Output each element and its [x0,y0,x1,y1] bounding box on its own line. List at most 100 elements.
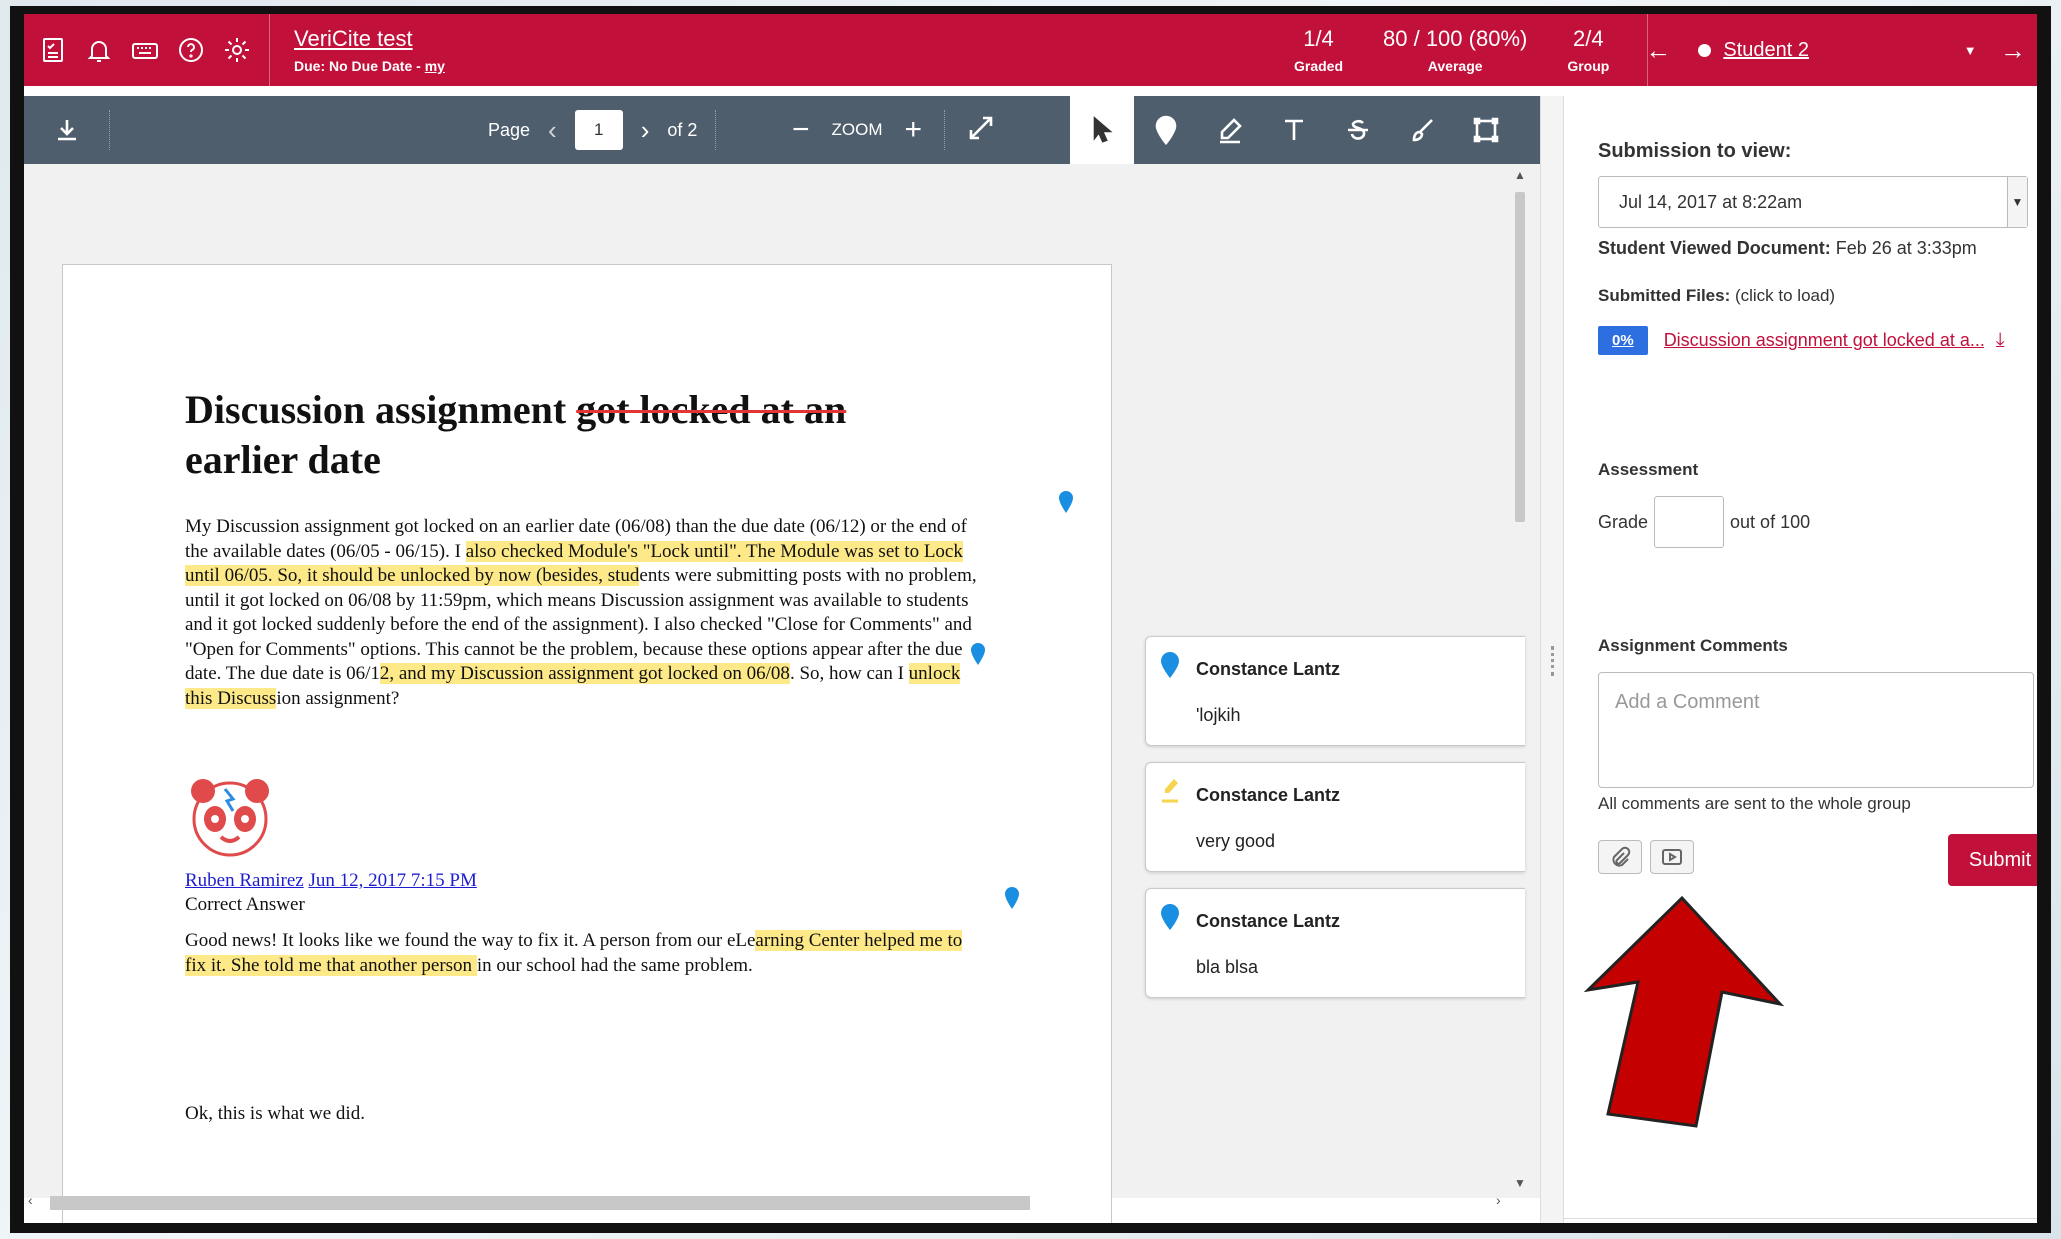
point-annotation-pin-icon[interactable] [970,642,986,666]
answer-paragraph: Good news! It looks like we found the wa… [185,929,965,978]
stat-average: 80 / 100 (80%) Average [1363,14,1547,86]
title-text: Discussion assignment [185,387,577,432]
chevron-down-icon: ▼ [1963,42,1977,58]
paragraph-text: Good news! It looks like we found the wa… [185,930,756,951]
annotation-comment-card[interactable]: Constance Lantz 'lojkih [1145,636,1525,746]
toolbar-divider [944,110,946,150]
callout-arrow-icon [1584,895,1785,1128]
comment-textarea[interactable]: Add a Comment [1598,672,2034,788]
submitted-file-row: 0% Discussion assignment got locked at a… [1598,326,2037,355]
bell-icon[interactable] [84,35,114,65]
page-navigation: Page ‹ 1 › of 2 [488,96,717,164]
help-icon[interactable] [176,35,206,65]
due-date: Due: No Due Date - my [294,58,445,74]
vertical-scrollbar[interactable]: ▲ ▼ [1512,168,1528,1204]
highlight-tool-button[interactable] [1198,96,1262,164]
post-author: Ruben Ramirez Jun 12, 2017 7:15 PM Corre… [185,869,477,917]
avatar [191,779,269,857]
app-frame: VeriCite test Due: No Due Date - my 1/4 … [10,6,2051,1233]
scrollbar-thumb[interactable] [1515,192,1525,522]
annotation-tools [1070,96,1518,164]
panel-resize-handle[interactable] [1540,96,1564,1223]
correct-answer-label: Correct Answer [185,894,305,915]
title-text: earlier date [185,437,381,482]
stat-graded: 1/4 Graded [1274,14,1363,86]
submitted-files: Submitted Files: (click to load) [1598,286,1835,306]
paperclip-icon [1612,846,1631,867]
strikeout-tool-button[interactable] [1326,96,1390,164]
highlighter-icon [1220,118,1242,144]
student-status-dot [1698,43,1712,57]
grade-out-of: out of 100 [1730,511,1811,532]
zoom-out-button[interactable]: − [792,113,810,147]
download-icon[interactable]: ⤓ [1996,329,2005,352]
gradebook-icon[interactable] [38,35,68,65]
point-comment-tool-button[interactable] [1134,96,1198,164]
scroll-up-icon[interactable]: ▲ [1512,168,1528,182]
submission-to-view-label: Submission to view: [1598,140,1792,162]
due-date-link[interactable]: my [425,58,445,74]
post-date-link[interactable]: Jun 12, 2017 7:15 PM [308,870,476,891]
zoom-label: ZOOM [831,120,883,139]
comment-author: Constance Lantz [1196,659,1341,679]
attach-file-button[interactable] [1598,840,1642,874]
select-tool-button[interactable] [1070,96,1134,164]
paragraph-text: in our school had the same problem. [476,954,753,976]
scroll-left-icon[interactable]: ‹ [28,1192,33,1208]
assignment-comments-label: Assignment Comments [1598,636,1788,655]
followup-paragraph: Ok, this is what we did. [185,1103,365,1124]
assignment-name-link[interactable]: VeriCite test [294,26,445,52]
text-tool-button[interactable] [1262,96,1326,164]
student-viewed-document: Student Viewed Document: Feb 26 at 3:33p… [1598,238,1977,259]
scroll-down-icon[interactable]: ▼ [1512,1176,1528,1190]
download-icon [57,120,76,141]
student-selector[interactable]: Student 2 ▼ [1698,39,1988,62]
pin-icon [1155,115,1177,145]
horizontal-scrollbar[interactable]: ‹ › [24,1192,1524,1210]
annotation-comment-card[interactable]: Constance Lantz very good [1145,762,1525,872]
point-annotation-pin-icon[interactable] [1058,490,1074,514]
document-viewer[interactable]: Discussion assignment got locked at an ea… [24,164,1540,1223]
highlight-annotation[interactable]: 2, and my Discussion assignment got lock… [379,663,790,684]
download-button[interactable] [24,110,110,150]
next-student-button[interactable]: → [1989,35,2037,66]
submit-comment-button[interactable]: Submit [1948,834,2037,886]
submitted-file-link[interactable]: Discussion assignment got locked at a... [1664,330,1984,351]
top-bar-icons [24,14,270,86]
chevron-down-icon: ▼ [2007,177,2027,227]
zoom-in-button[interactable]: + [905,113,923,147]
grade-row: Grade out of 100 [1598,496,1810,548]
grade-input[interactable] [1654,496,1725,548]
gear-icon[interactable] [222,35,252,65]
grade-label: Grade [1598,511,1649,532]
fullscreen-button[interactable] [967,114,995,147]
paragraph-text: . So, how can I [789,663,909,684]
stat-group: 2/4 Group [1547,14,1629,86]
submission-select[interactable]: Jul 14, 2017 at 8:22am ▼ [1598,176,2028,228]
student-name: Student 2 [1723,38,1809,61]
author-link[interactable]: Ruben Ramirez [185,870,304,891]
point-annotation-pin-icon[interactable] [1004,886,1020,910]
files-label: Submitted Files: [1598,286,1731,305]
whole-group-note: All comments are sent to the whole group [1598,794,1911,813]
expand-icon [969,116,993,139]
freehand-tool-button[interactable] [1390,96,1454,164]
paragraph-text: ion assignment? [276,687,400,709]
strikeout-annotation[interactable]: got locked at an [576,387,846,432]
comment-text: bla blsa [1196,957,1259,977]
area-tool-button[interactable] [1454,96,1518,164]
annotation-comment-card[interactable]: Constance Lantz bla blsa [1145,888,1525,998]
comment-text: very good [1196,831,1276,851]
keyboard-icon[interactable] [130,35,160,65]
scrollbar-thumb[interactable] [50,1196,1030,1210]
stat-label: Average [1427,58,1483,74]
similarity-score-badge[interactable]: 0% [1598,326,1648,355]
media-comment-button[interactable] [1650,840,1694,874]
prev-student-button[interactable]: ← [1634,35,1682,66]
scroll-right-icon[interactable]: › [1496,1192,1501,1208]
top-bar: VeriCite test Due: No Due Date - my 1/4 … [24,14,2037,86]
stat-label: Group [1567,58,1610,74]
prev-page-button[interactable]: ‹ [548,115,557,146]
next-page-button[interactable]: › [641,115,650,146]
page-number-input[interactable]: 1 [574,110,623,150]
